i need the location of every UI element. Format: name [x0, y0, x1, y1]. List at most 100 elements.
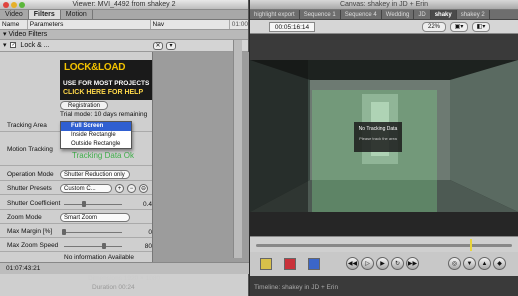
tab-shaky[interactable]: shaky	[430, 10, 457, 19]
video-frame[interactable]: No Tracking Data Please track the area	[250, 60, 518, 212]
overlay-options-icon[interactable]: ◧▾	[472, 22, 490, 32]
canvas-window: Canvas: shakey in JD + Erin highlight ex…	[250, 0, 518, 296]
match-frame-icon[interactable]: ◎	[448, 257, 461, 270]
canvas-title: Canvas: shakey in JD + Erin	[339, 1, 429, 8]
timeline-label: Timeline: shakey in JD + Erin	[254, 284, 339, 291]
column-header: Name Parameters Nav 01:00	[0, 20, 248, 30]
banner-line1: USE FOR MOST PROJECTS	[63, 80, 150, 87]
overlay-title: No Tracking Data	[358, 126, 398, 132]
shutter-coefficient-knob[interactable]	[82, 201, 86, 207]
tab-sequence-4[interactable]: Sequence 4	[341, 10, 382, 19]
max-margin-slider[interactable]	[64, 232, 122, 233]
column-parameters[interactable]: Parameters	[28, 20, 151, 29]
tab-video[interactable]: Video	[0, 10, 29, 19]
remove-preset-icon[interactable]: −	[127, 184, 136, 193]
max-zoom-speed-slider[interactable]	[64, 246, 122, 247]
registration-button[interactable]: Registration	[60, 101, 108, 110]
operation-mode-select[interactable]: Shutter Reduction only	[60, 170, 130, 179]
ruler-label: 01:00	[231, 21, 249, 28]
view-options-icon[interactable]: ▣▾	[450, 22, 468, 32]
duration-text: Duration 00:24	[92, 284, 135, 291]
max-zoom-speed-label: Max Zoom Speed	[7, 242, 59, 249]
replace-edit-icon[interactable]	[308, 258, 320, 270]
play-around-icon[interactable]: ↻	[391, 257, 404, 270]
dimensions-label: Dimensions	[88, 275, 122, 282]
max-margin-value[interactable]: 0	[138, 229, 152, 236]
filter-enable-checkbox[interactable]: ✓	[10, 42, 17, 49]
column-nav[interactable]: Nav	[151, 20, 230, 29]
shutter-presets-label: Shutter Presets	[7, 185, 52, 192]
marker-icon[interactable]: ◆	[493, 257, 506, 270]
viewer-titlebar[interactable]: Viewer: MVI_4492 from shakey 2	[0, 0, 248, 10]
preset-options-icon[interactable]: ⊖	[139, 184, 148, 193]
transport-controls: ◀◀ ▷ ▶ ↻ ▶▶ ◎ ▼ ▲ ◆	[250, 252, 518, 276]
tracking-status: Tracking Data Ok	[72, 151, 134, 160]
max-margin-label: Max Margin [%]	[7, 228, 53, 235]
trial-text: Trial mode: 10 days remaining	[60, 111, 148, 118]
shutter-coefficient-value[interactable]: 0.4	[138, 201, 152, 208]
zoom-mode-label: Zoom Mode	[7, 214, 42, 221]
fit-select[interactable]: 22%	[422, 22, 446, 32]
scrollbar[interactable]	[233, 40, 242, 258]
tab-motion[interactable]: Motion	[61, 10, 93, 19]
tab-jd[interactable]: JD	[414, 10, 431, 19]
viewer-title: Viewer: MVI_4492 from shakey 2	[72, 1, 176, 8]
playhead[interactable]	[470, 239, 472, 251]
tab-filters[interactable]: Filters	[28, 10, 61, 19]
disclosure-triangle-icon[interactable]: ▾	[3, 31, 7, 38]
scrubber-track[interactable]	[256, 244, 512, 247]
viewer-window: Viewer: MVI_4492 from shakey 2 Video Fil…	[0, 0, 249, 296]
tab-shakey-2[interactable]: shakey 2	[457, 10, 490, 19]
menu-item-full-screen[interactable]: Full Screen	[61, 122, 131, 131]
viewer-timecode[interactable]: 01:07:43:21	[6, 265, 40, 272]
shutter-presets-select[interactable]: Custom C...	[60, 184, 112, 193]
close-icon[interactable]	[3, 1, 9, 8]
zoom-icon[interactable]	[19, 1, 25, 8]
reset-icon[interactable]: ✕	[153, 42, 163, 50]
dimensions-value: 1920 × 1080	[123, 275, 161, 282]
duration-value: 00:24	[118, 284, 135, 291]
next-edit-icon[interactable]: ▶▶	[406, 257, 419, 270]
tab-sequence-1[interactable]: Sequence 1	[300, 10, 341, 19]
add-preset-icon[interactable]: +	[115, 184, 124, 193]
minimize-icon[interactable]	[11, 1, 17, 8]
mark-in-icon[interactable]: ▼	[463, 257, 476, 270]
overlay-subtitle: Please track the area	[359, 136, 397, 141]
video-filters-section[interactable]: ▾ Video Filters	[0, 30, 248, 40]
canvas-titlebar[interactable]: Canvas: shakey in JD + Erin	[250, 0, 518, 10]
tracking-area-menu[interactable]: Full Screen Inside Rectangle Outside Rec…	[60, 121, 132, 149]
motion-tracking-label: Motion Tracking	[7, 146, 53, 153]
tab-wedding[interactable]: Wedding	[382, 10, 415, 19]
disclosure-triangle-icon[interactable]: ▾	[3, 42, 7, 49]
play-icon[interactable]: ▶	[376, 257, 389, 270]
previous-edit-icon[interactable]: ◀◀	[346, 257, 359, 270]
column-name[interactable]: Name	[0, 20, 28, 29]
max-zoom-speed-value[interactable]: 80	[138, 243, 152, 250]
canvas-timecode[interactable]: 00:05:16:14	[269, 22, 315, 32]
insert-edit-icon[interactable]	[260, 258, 272, 270]
shutter-coefficient-slider[interactable]	[64, 204, 122, 205]
max-zoom-speed-knob[interactable]	[102, 243, 106, 249]
lockload-logo: LOCK&LOAD	[64, 62, 126, 73]
duration-label: Duration	[92, 284, 117, 291]
overwrite-edit-icon[interactable]	[284, 258, 296, 270]
menu-item-inside-rectangle[interactable]: Inside Rectangle	[61, 131, 131, 140]
scrubber-bar[interactable]	[250, 236, 518, 252]
canvas-toolbar: 00:05:16:14 22% ▣▾ ◧▾	[250, 20, 518, 34]
dimensions-text: Dimensions 1920 × 1080	[88, 275, 160, 282]
viewer-timecode-bar: 01:07:43:21	[0, 262, 249, 274]
play-in-to-out-icon[interactable]: ▷	[361, 257, 374, 270]
shutter-coefficient-label: Shutter Coefficient	[7, 200, 61, 207]
lockload-banner[interactable]: LOCK&LOAD USE FOR MOST PROJECTS CLICK HE…	[60, 60, 152, 100]
mark-out-icon[interactable]: ▲	[478, 257, 491, 270]
section-label: Video Filters	[8, 31, 48, 38]
tab-highlight-export[interactable]: highlight export	[250, 10, 300, 19]
filter-name: Lock & ...	[20, 42, 50, 49]
info-label: No information Available	[64, 254, 134, 261]
max-margin-knob[interactable]	[62, 229, 66, 235]
filter-header[interactable]: ▾ ✓ Lock & ... ✕ ▾	[0, 40, 248, 52]
menu-item-outside-rectangle[interactable]: Outside Rectangle	[61, 140, 131, 149]
menu-icon[interactable]: ▾	[166, 42, 176, 50]
tracking-area-label: Tracking Area	[7, 122, 47, 129]
zoom-mode-select[interactable]: Smart Zoom	[60, 213, 130, 222]
